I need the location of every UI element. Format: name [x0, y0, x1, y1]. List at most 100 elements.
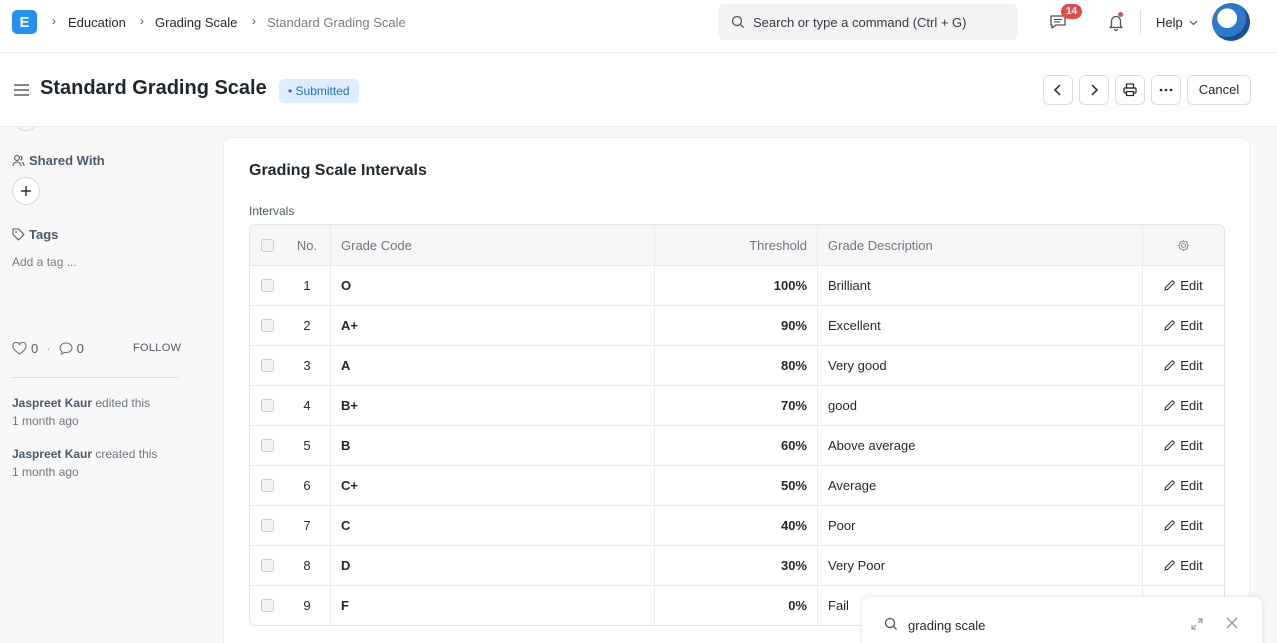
row-number: 4 — [284, 386, 331, 425]
grade-description-cell[interactable]: Above average — [818, 426, 1143, 465]
grade-description-cell[interactable]: Very good — [818, 346, 1143, 385]
edit-row-button[interactable]: Edit — [1164, 558, 1203, 573]
table-body: 1 O 100% Brilliant Edit 2 A+ 90% Excellent Edit 3 A… — [250, 265, 1224, 625]
heart-icon[interactable] — [12, 342, 27, 355]
threshold-cell[interactable]: 50% — [655, 466, 818, 505]
next-doc-button[interactable] — [1079, 75, 1109, 105]
row-checkbox[interactable] — [260, 399, 274, 412]
row-checkbox[interactable] — [260, 439, 274, 452]
edit-cell: Edit — [1143, 306, 1224, 345]
row-checkbox[interactable] — [260, 599, 274, 612]
grade-code-cell[interactable]: F — [331, 586, 655, 625]
row-checkbox[interactable] — [260, 359, 274, 372]
grade-description-cell[interactable]: Poor — [818, 506, 1143, 545]
grade-code-cell[interactable]: O — [331, 266, 655, 305]
table-row[interactable]: 1 O 100% Brilliant Edit — [250, 265, 1224, 305]
edit-row-button[interactable]: Edit — [1164, 358, 1203, 373]
grade-description-cell[interactable]: good — [818, 386, 1143, 425]
edit-label: Edit — [1180, 518, 1203, 533]
follow-button[interactable]: FOLLOW — [133, 342, 181, 354]
row-checkbox[interactable] — [260, 319, 274, 332]
grade-code-cell[interactable]: B+ — [331, 386, 655, 425]
select-all-checkbox[interactable] — [260, 238, 274, 252]
activity-time: 1 month ago — [12, 414, 79, 428]
more-actions-button[interactable] — [1151, 75, 1181, 105]
table-row[interactable]: 5 B 60% Above average Edit — [250, 425, 1224, 465]
column-header-threshold: Threshold — [655, 225, 818, 265]
grade-code-cell[interactable]: C+ — [331, 466, 655, 505]
grade-description-cell[interactable]: Excellent — [818, 306, 1143, 345]
threshold-cell[interactable]: 0% — [655, 586, 818, 625]
column-header-no: No. — [284, 225, 331, 265]
edit-cell: Edit — [1143, 426, 1224, 465]
close-icon[interactable] — [1225, 616, 1239, 630]
comment-icon[interactable] — [59, 342, 73, 355]
edit-row-button[interactable]: Edit — [1164, 398, 1203, 413]
row-select-cell — [250, 266, 284, 305]
threshold-cell[interactable]: 100% — [655, 266, 818, 305]
gear-icon[interactable] — [1177, 239, 1190, 252]
row-checkbox[interactable] — [260, 479, 274, 492]
help-menu[interactable]: Help — [1156, 15, 1198, 30]
intervals-table: No. Grade Code Threshold Grade Descripti… — [249, 224, 1225, 626]
breadcrumb-current[interactable]: Standard Grading Scale — [267, 15, 406, 30]
grade-code-cell[interactable]: B — [331, 426, 655, 465]
edit-label: Edit — [1180, 318, 1203, 333]
shared-with-label: Shared With — [29, 153, 105, 168]
edit-row-button[interactable]: Edit — [1164, 438, 1203, 453]
row-checkbox[interactable] — [260, 559, 274, 572]
table-row[interactable]: 3 A 80% Very good Edit — [250, 345, 1224, 385]
print-button[interactable] — [1115, 75, 1145, 105]
row-select-cell — [250, 466, 284, 505]
edit-row-button[interactable]: Edit — [1164, 278, 1203, 293]
grade-description-cell[interactable]: Brilliant — [818, 266, 1143, 305]
row-number: 5 — [284, 426, 331, 465]
form-card: Grading Scale Intervals Intervals No. Gr… — [223, 137, 1250, 643]
table-row[interactable]: 7 C 40% Poor Edit — [250, 505, 1224, 545]
chevron-right-icon: › — [52, 14, 56, 28]
avatar[interactable] — [1212, 3, 1250, 41]
threshold-cell[interactable]: 70% — [655, 386, 818, 425]
grade-code-cell[interactable]: D — [331, 546, 655, 585]
activity-user[interactable]: Jaspreet Kaur — [12, 396, 92, 410]
expand-icon[interactable] — [1190, 617, 1204, 631]
threshold-cell[interactable]: 60% — [655, 426, 818, 465]
edit-row-button[interactable]: Edit — [1164, 318, 1203, 333]
threshold-cell[interactable]: 40% — [655, 506, 818, 545]
row-number: 2 — [284, 306, 331, 345]
tag-icon — [12, 228, 25, 241]
activity-user[interactable]: Jaspreet Kaur — [12, 447, 92, 461]
activity-action: edited this — [92, 396, 151, 410]
chevron-right-icon: › — [140, 14, 144, 28]
table-row[interactable]: 4 B+ 70% good Edit — [250, 385, 1224, 425]
activity-item: Jaspreet Kaur edited this 1 month ago — [12, 394, 150, 430]
grade-code-cell[interactable]: A+ — [331, 306, 655, 345]
app-logo[interactable]: E — [12, 10, 37, 34]
breadcrumb-education[interactable]: Education — [68, 15, 126, 30]
cancel-button[interactable]: Cancel — [1187, 75, 1251, 105]
grade-description-cell[interactable]: Very Poor — [818, 546, 1143, 585]
threshold-cell[interactable]: 90% — [655, 306, 818, 345]
table-row[interactable]: 2 A+ 90% Excellent Edit — [250, 305, 1224, 345]
edit-row-button[interactable]: Edit — [1164, 518, 1203, 533]
table-row[interactable]: 8 D 30% Very Poor Edit — [250, 545, 1224, 585]
breadcrumb-grading-scale[interactable]: Grading Scale — [155, 15, 237, 30]
threshold-cell[interactable]: 80% — [655, 346, 818, 385]
grade-code-cell[interactable]: A — [331, 346, 655, 385]
grade-code-cell[interactable]: C — [331, 506, 655, 545]
table-row[interactable]: 6 C+ 50% Average Edit — [250, 465, 1224, 505]
row-checkbox[interactable] — [260, 279, 274, 292]
edit-row-button[interactable]: Edit — [1164, 478, 1203, 493]
search-bar[interactable]: Search or type a command (Ctrl + G) — [718, 4, 1018, 40]
add-share-button[interactable] — [12, 177, 40, 205]
chevron-left-icon — [1053, 84, 1061, 96]
edit-cell: Edit — [1143, 466, 1224, 505]
add-tag-link[interactable]: Add a tag ... — [12, 255, 77, 269]
awesomebar-popup[interactable]: grading scale — [862, 597, 1262, 643]
grade-description-cell[interactable]: Average — [818, 466, 1143, 505]
search-query[interactable]: grading scale — [908, 618, 985, 633]
sidebar-toggle-icon[interactable] — [14, 83, 30, 97]
threshold-cell[interactable]: 30% — [655, 546, 818, 585]
previous-doc-button[interactable] — [1043, 75, 1073, 105]
row-checkbox[interactable] — [260, 519, 274, 532]
